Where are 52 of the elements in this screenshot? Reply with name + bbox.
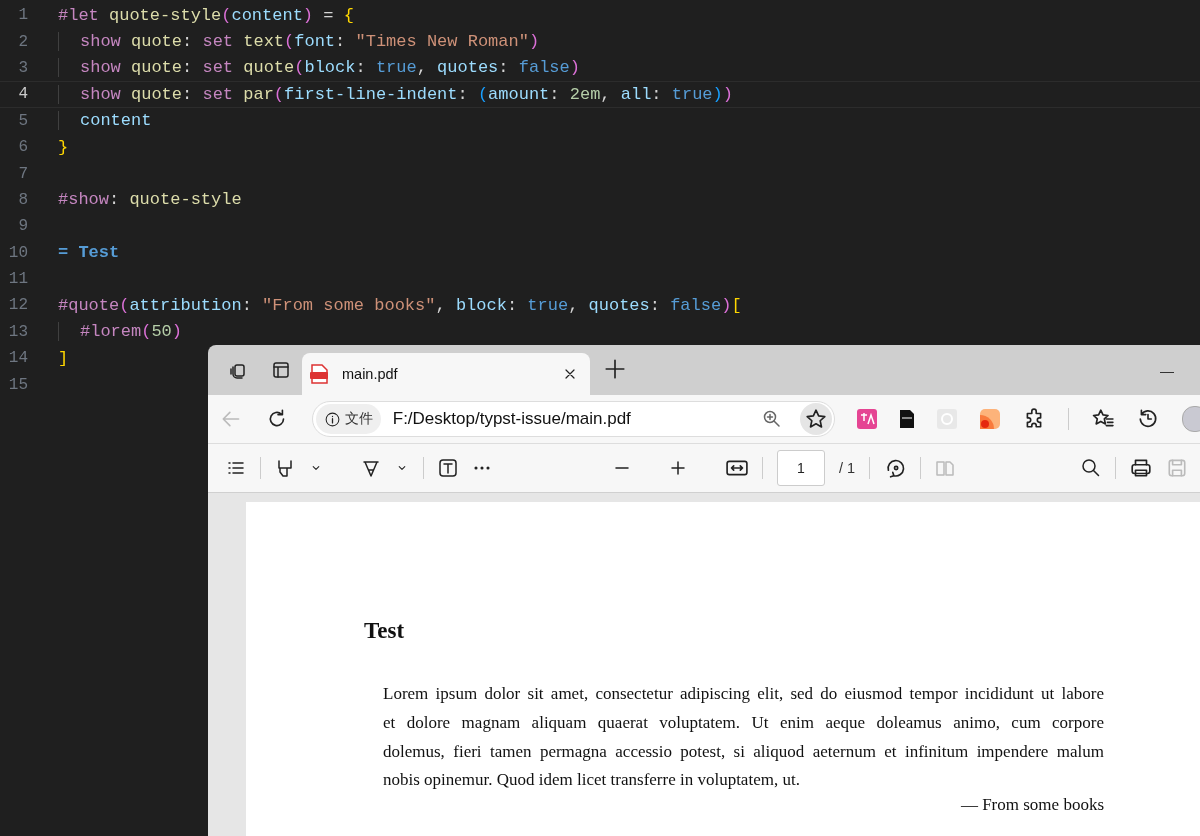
document-extension-icon[interactable] (900, 410, 914, 428)
line-number: 12 (7, 296, 28, 315)
code-line: } (58, 137, 69, 157)
new-tab-icon[interactable] (604, 358, 626, 380)
code-line: show quote: set quote(block: true, quotes: false) (58, 58, 580, 78)
info-icon (323, 410, 341, 428)
rotate-icon[interactable] (884, 457, 907, 479)
code-line: show quote: set text(font: "Times New Roman") (58, 32, 540, 52)
quote-attribution: — From some books (959, 795, 1104, 816)
code-line: #lorem(50) (58, 322, 183, 342)
pen-icon[interactable] (361, 458, 381, 478)
highlighter-icon[interactable] (275, 458, 295, 478)
code-line: show quote: set par(first-line-indent: (amount: 2em, all: true)) (58, 84, 733, 104)
line-number: 5 (17, 111, 28, 130)
code-line: content (58, 111, 152, 131)
line-number: 2 (17, 32, 28, 51)
vertical-tabs-icon[interactable] (271, 360, 291, 380)
pdf-file-icon (310, 364, 328, 384)
line-number: 4 (17, 85, 28, 104)
line-number: 6 (17, 138, 28, 157)
line-number: 8 (17, 190, 28, 209)
quote-paragraph: Lorem ipsum dolor sit amet, consectetur adipiscing elit, sed do eiusmod tempor incididunt ut labore et dolore magnam aliquam quaerat voluptatem. Ut enim aeque doleamus animo, cum corpore dolemus, fieri tamen permagna accessio potest, si aliquod aeternum et infinitum impendere malum nobis opinemur. Quod idem licet transferre in voluptatem, ut. (383, 683, 1104, 792)
star-icon (805, 408, 827, 430)
zoom-in-icon[interactable] (668, 458, 688, 478)
line-number: 11 (7, 270, 28, 289)
line-number: 1 (17, 6, 28, 25)
line-number: 10 (7, 243, 28, 262)
line-number: 14 (7, 349, 28, 368)
code-line: ] (58, 348, 69, 368)
text-box-icon[interactable] (438, 458, 458, 478)
favorite-button[interactable] (800, 403, 832, 435)
translate-extension-icon[interactable] (857, 409, 877, 429)
code-line: #show: quote-style (58, 190, 242, 210)
search-icon[interactable] (1081, 458, 1101, 478)
line-number: 13 (7, 322, 28, 341)
print-icon[interactable] (1130, 457, 1152, 479)
address-field[interactable]: 文件 F:/Desktop/typst-issue/main.pdf (311, 401, 835, 437)
page-number-field[interactable]: 1 (777, 450, 825, 486)
line-number: 3 (17, 58, 28, 77)
code-line: = Test (58, 243, 120, 263)
browser-tab[interactable]: main.pdf (302, 353, 590, 395)
line-number: 9 (17, 217, 28, 236)
file-badge[interactable]: 文件 (315, 404, 381, 434)
page-count: / 1 (839, 460, 856, 476)
code-line: #let quote-style(content) = { (58, 5, 354, 25)
line-number: 15 (7, 375, 28, 394)
code-line: #quote(attribution: "From some books", block: true, quotes: false)[ (58, 296, 742, 315)
history-icon[interactable] (1137, 408, 1159, 430)
line-number: 7 (17, 164, 28, 183)
zoom-in-icon[interactable] (762, 409, 782, 429)
document-heading: Test (364, 618, 406, 644)
feed-extension-icon[interactable] (980, 409, 1000, 429)
